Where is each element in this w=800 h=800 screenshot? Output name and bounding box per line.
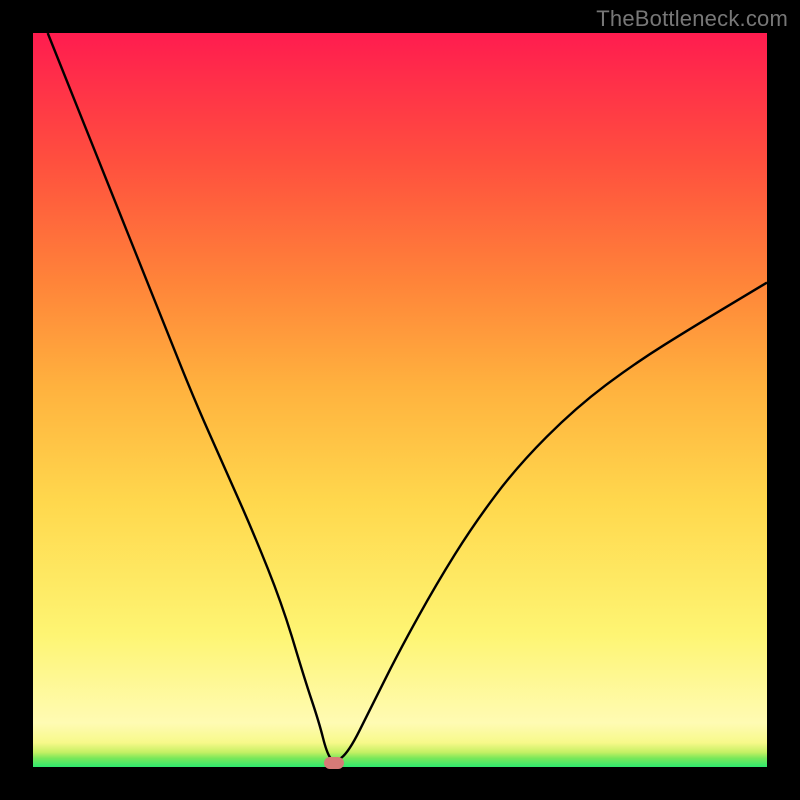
plot-area xyxy=(33,33,767,767)
optimal-marker xyxy=(324,757,344,769)
watermark-text: TheBottleneck.com xyxy=(596,6,788,32)
curve-path xyxy=(48,33,767,761)
chart-frame: TheBottleneck.com xyxy=(0,0,800,800)
bottleneck-curve xyxy=(33,33,767,767)
